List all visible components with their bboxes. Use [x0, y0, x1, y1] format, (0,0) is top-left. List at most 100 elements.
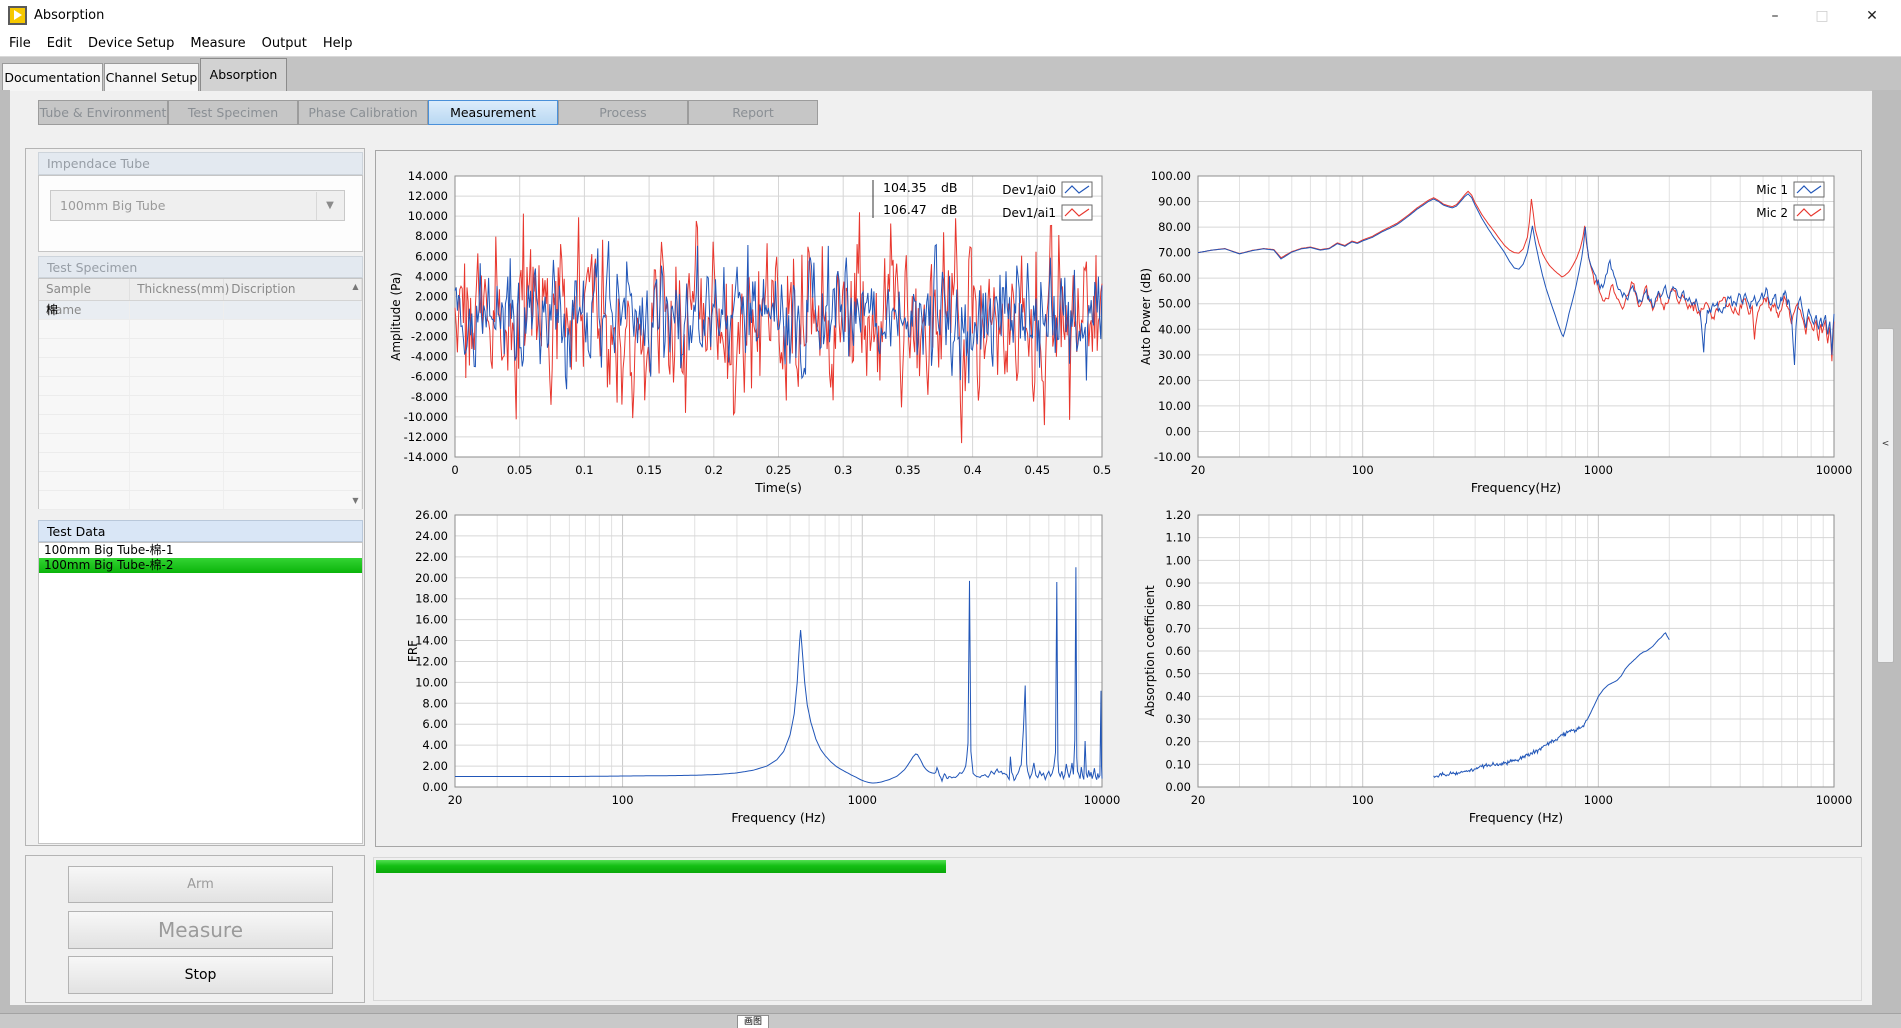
svg-text:0.3: 0.3 — [834, 463, 852, 477]
subtab-report[interactable]: Report — [688, 100, 818, 125]
panel-collapse-splitter[interactable]: < — [1877, 328, 1894, 663]
test-specimen-header: Test Specimen — [38, 256, 363, 278]
svg-text:1.20: 1.20 — [1165, 508, 1191, 522]
table-header-row: Sample NameThickness(mm)Discription — [39, 279, 362, 301]
table-cell — [130, 358, 223, 376]
close-button[interactable]: ✕ — [1855, 6, 1889, 26]
svg-text:14.00: 14.00 — [415, 634, 448, 648]
svg-text:0.15: 0.15 — [636, 463, 662, 477]
menu-device-setup[interactable]: Device Setup — [80, 32, 182, 56]
minimize-button[interactable]: – — [1758, 6, 1792, 26]
stop-button[interactable]: Stop — [68, 956, 333, 994]
column-header-2: Discription — [224, 279, 362, 300]
subtab-process[interactable]: Process — [558, 100, 688, 125]
subtab-phase-calibration[interactable]: Phase Calibration — [298, 100, 428, 125]
svg-text:dB: dB — [941, 202, 958, 217]
svg-text:10.00: 10.00 — [1158, 399, 1191, 413]
table-cell — [39, 320, 130, 338]
taskbar-strip — [0, 1013, 1901, 1028]
subtab-measurement[interactable]: Measurement — [428, 100, 558, 125]
svg-text:40.00: 40.00 — [1158, 322, 1191, 336]
svg-text:20.00: 20.00 — [415, 571, 448, 585]
table-cell — [130, 301, 223, 319]
svg-text:10000: 10000 — [1816, 793, 1853, 807]
svg-text:0.35: 0.35 — [895, 463, 921, 477]
svg-text:14.000: 14.000 — [408, 169, 448, 183]
table-cell — [224, 301, 362, 319]
auto-power-chart: 100.0090.0080.0070.0060.0050.0040.0030.0… — [1198, 176, 1834, 457]
svg-text:-14.000: -14.000 — [404, 450, 448, 464]
svg-text:Auto Power (dB): Auto Power (dB) — [1139, 268, 1153, 365]
menu-file[interactable]: File — [1, 32, 39, 56]
table-cell — [39, 453, 130, 471]
menu-output[interactable]: Output — [254, 32, 315, 56]
svg-text:0.45: 0.45 — [1024, 463, 1050, 477]
table-cell — [224, 320, 362, 338]
waveform-chart: 14.00012.00010.0008.0006.0004.0002.0000.… — [455, 176, 1102, 457]
impedance-tube-dropdown[interactable]: 100mm Big Tube ▼ — [50, 190, 345, 221]
bottom-panel — [373, 857, 1862, 1001]
svg-text:-6.000: -6.000 — [411, 370, 448, 384]
table-cell — [39, 415, 130, 433]
measure-button[interactable]: Measure — [68, 911, 333, 949]
subtab-tube-environment[interactable]: Tube & Environment — [38, 100, 168, 125]
svg-text:106.47: 106.47 — [883, 202, 927, 217]
progress-bar — [376, 860, 946, 873]
table-row — [39, 339, 362, 358]
svg-text:0: 0 — [451, 463, 458, 477]
window-title: Absorption — [34, 8, 104, 23]
menu-edit[interactable]: Edit — [39, 32, 80, 56]
table-cell — [130, 491, 223, 509]
menu-bar: FileEditDevice SetupMeasureOutputHelp — [0, 32, 1901, 56]
table-row — [39, 472, 362, 491]
svg-text:20: 20 — [1191, 463, 1206, 477]
svg-text:FRF: FRF — [406, 640, 420, 662]
svg-text:Mic 2: Mic 2 — [1756, 206, 1788, 220]
svg-text:-4.000: -4.000 — [411, 350, 448, 364]
chevron-left-icon: < — [1882, 439, 1890, 449]
subtab-test-specimen[interactable]: Test Specimen — [168, 100, 298, 125]
svg-text:4.000: 4.000 — [415, 269, 448, 283]
app-icon — [8, 6, 27, 25]
svg-text:80.00: 80.00 — [1158, 220, 1191, 234]
svg-text:10.000: 10.000 — [408, 209, 448, 223]
play-arrow-icon — [14, 10, 22, 20]
tab-documentation[interactable]: Documentation — [2, 63, 103, 91]
svg-text:0.4: 0.4 — [963, 463, 981, 477]
arm-button[interactable]: Arm — [68, 866, 333, 903]
table-row[interactable]: 棉 — [39, 301, 362, 320]
svg-text:26.00: 26.00 — [415, 508, 448, 522]
svg-text:1000: 1000 — [1584, 463, 1613, 477]
column-header-1: Thickness(mm) — [130, 279, 224, 300]
table-cell — [224, 434, 362, 452]
svg-text:50.00: 50.00 — [1158, 297, 1191, 311]
menu-help[interactable]: Help — [315, 32, 361, 56]
scroll-up-icon[interactable]: ▲ — [349, 280, 362, 293]
test-data-item[interactable]: 100mm Big Tube-棉-2 — [39, 558, 362, 573]
svg-text:100.00: 100.00 — [1151, 169, 1191, 183]
tab-absorption[interactable]: Absorption — [200, 58, 287, 91]
table-row — [39, 415, 362, 434]
svg-text:2.00: 2.00 — [422, 759, 448, 773]
test-data-header: Test Data — [38, 520, 363, 542]
chevron-down-icon[interactable]: ▼ — [316, 192, 343, 220]
table-cell — [39, 358, 130, 376]
svg-text:Frequency (Hz): Frequency (Hz) — [731, 810, 825, 825]
svg-text:24.00: 24.00 — [415, 529, 448, 543]
svg-text:0.70: 0.70 — [1165, 621, 1191, 635]
svg-text:0.60: 0.60 — [1165, 644, 1191, 658]
svg-text:20.00: 20.00 — [1158, 373, 1191, 387]
table-cell — [130, 377, 223, 395]
svg-text:70.00: 70.00 — [1158, 246, 1191, 260]
tab-channel-setup[interactable]: Channel Setup — [104, 63, 199, 91]
test-data-list: 100mm Big Tube-棉-1100mm Big Tube-棉-2 — [38, 542, 363, 844]
menu-measure[interactable]: Measure — [182, 32, 253, 56]
scroll-down-icon[interactable]: ▼ — [349, 494, 362, 507]
table-cell — [130, 434, 223, 452]
svg-text:1.00: 1.00 — [1165, 553, 1191, 567]
test-data-item[interactable]: 100mm Big Tube-棉-1 — [39, 543, 362, 558]
svg-text:Amplitude (Pa): Amplitude (Pa) — [389, 272, 403, 361]
maximize-button[interactable]: □ — [1805, 6, 1839, 26]
taskbar-paint-item[interactable]: 画图 — [737, 1015, 769, 1028]
svg-text:0.80: 0.80 — [1165, 599, 1191, 613]
